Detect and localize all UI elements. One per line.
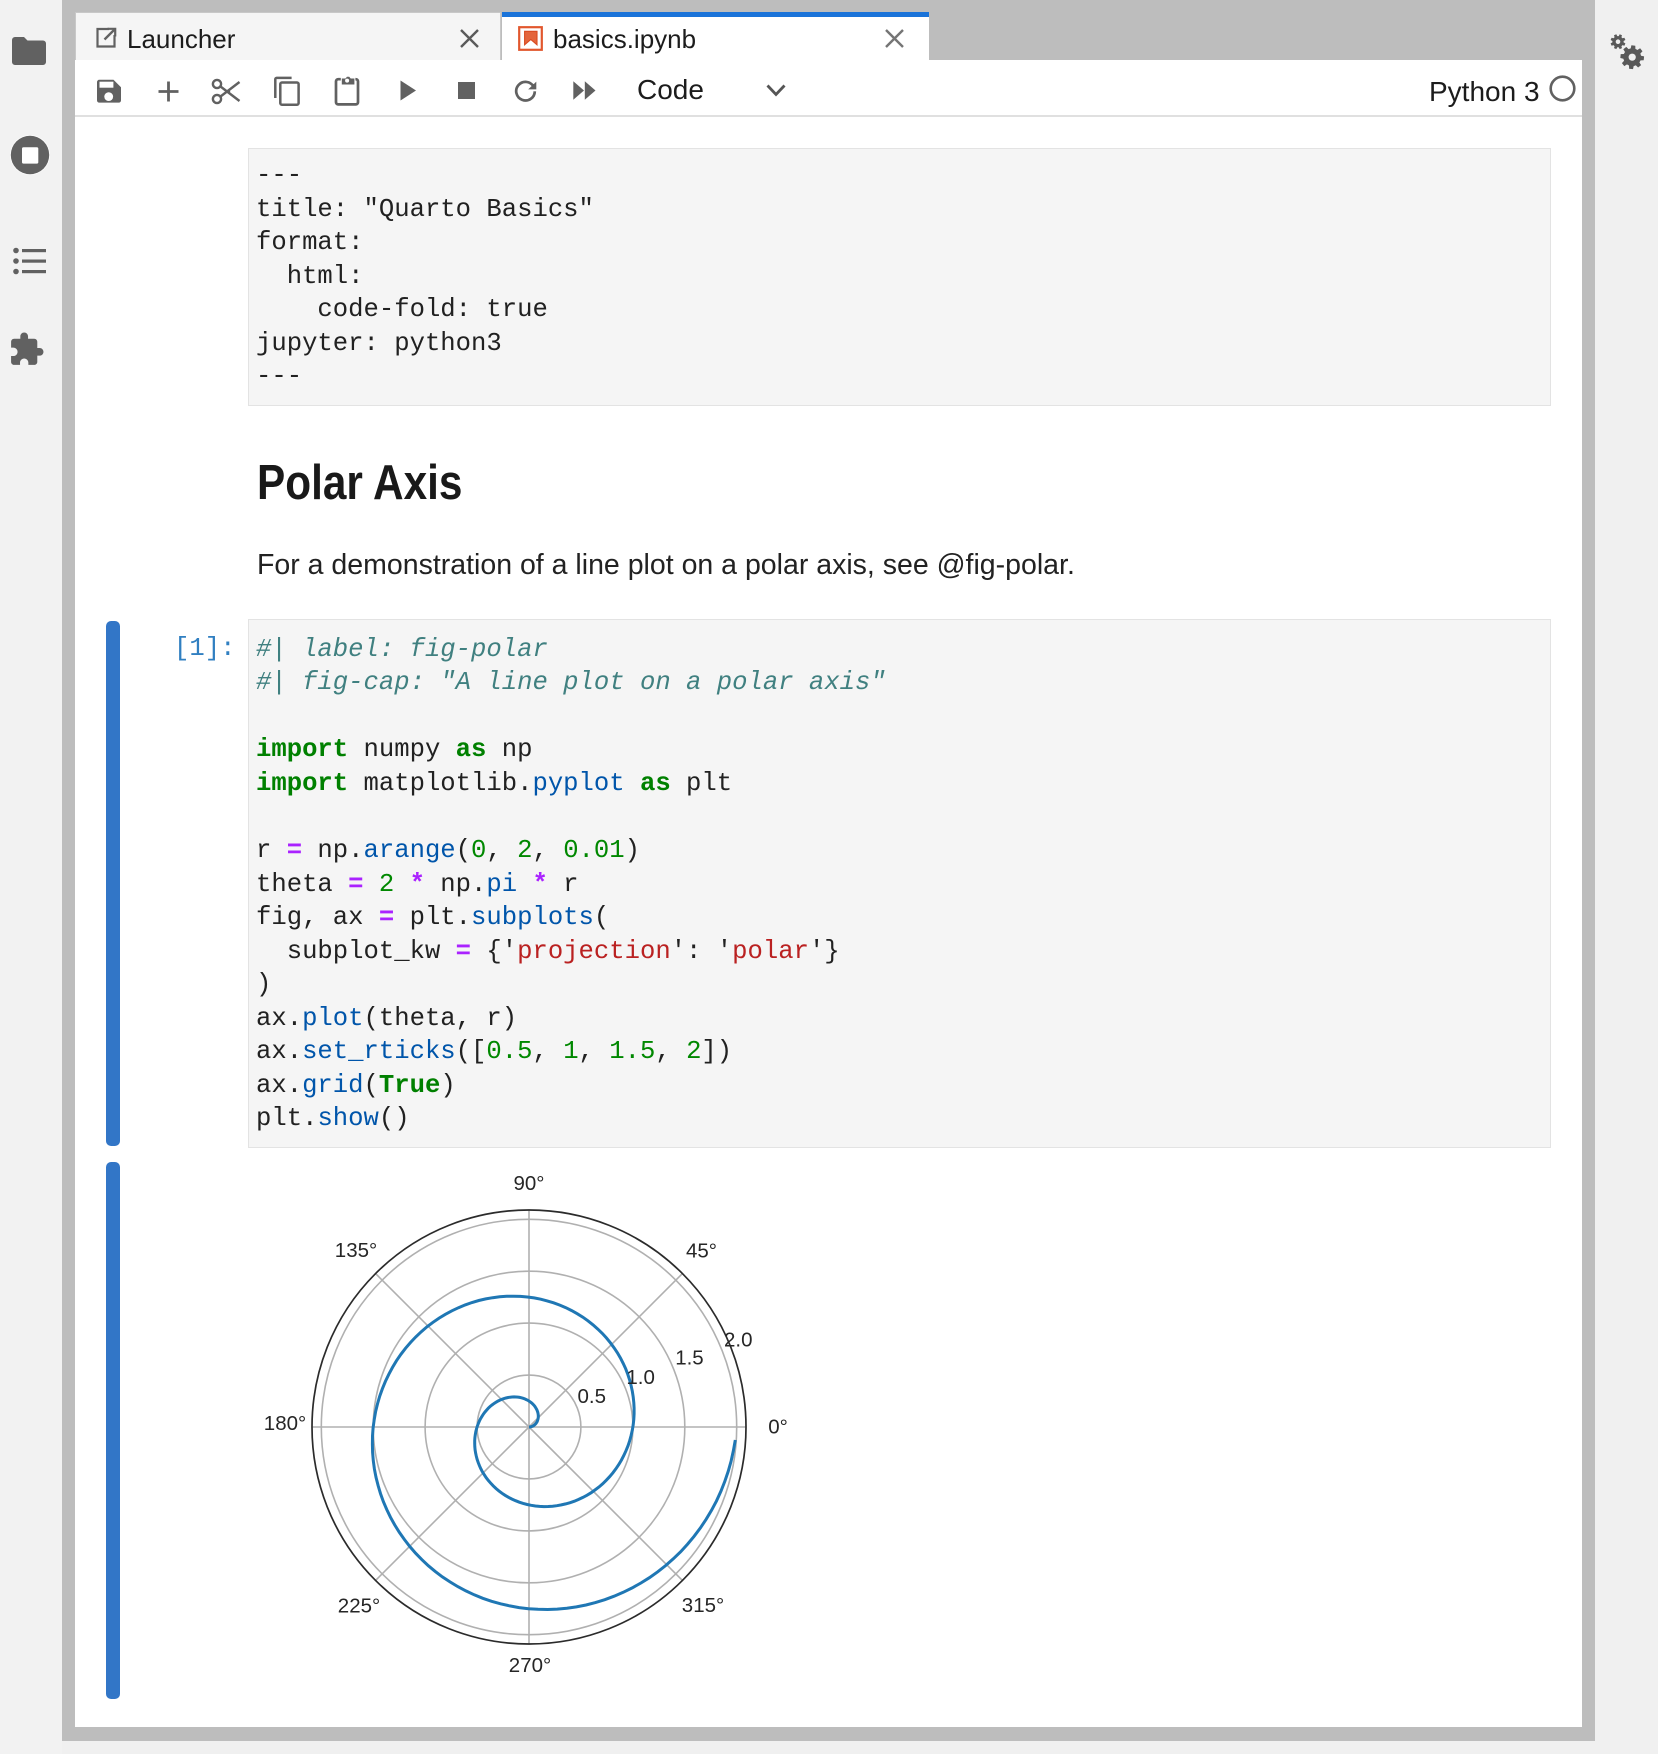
svg-text:315°: 315° bbox=[682, 1594, 724, 1617]
svg-text:0.5: 0.5 bbox=[578, 1385, 607, 1408]
svg-text:135°: 135° bbox=[335, 1239, 377, 1262]
svg-text:2.0: 2.0 bbox=[724, 1329, 753, 1352]
svg-text:90°: 90° bbox=[513, 1172, 544, 1195]
svg-text:1.5: 1.5 bbox=[675, 1347, 704, 1370]
svg-text:1.0: 1.0 bbox=[626, 1366, 655, 1389]
svg-text:270°: 270° bbox=[509, 1654, 551, 1677]
svg-text:180°: 180° bbox=[264, 1412, 306, 1435]
svg-text:0°: 0° bbox=[768, 1416, 788, 1439]
svg-text:45°: 45° bbox=[686, 1240, 717, 1263]
svg-text:225°: 225° bbox=[338, 1595, 380, 1618]
